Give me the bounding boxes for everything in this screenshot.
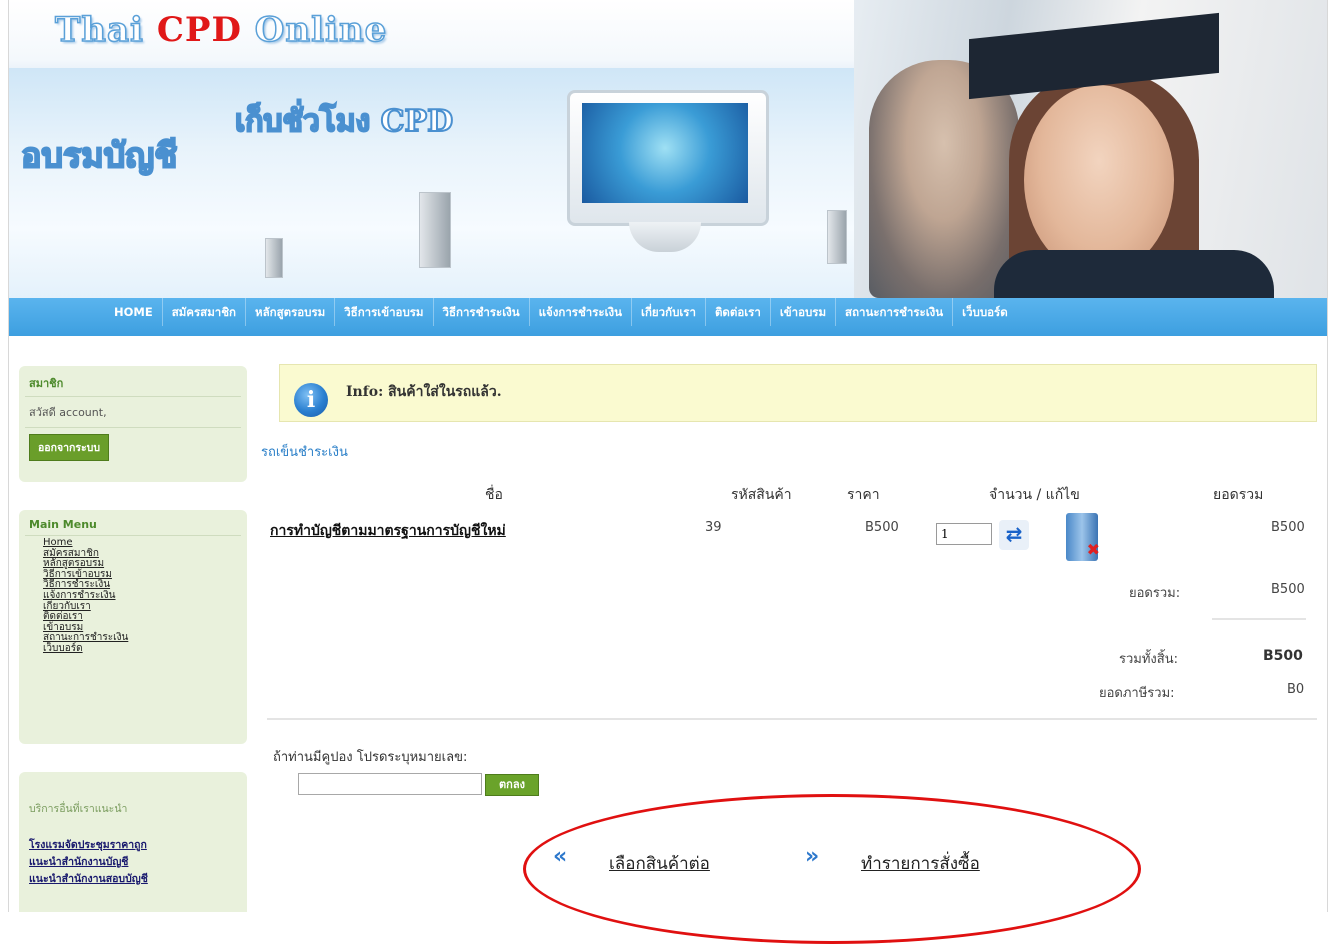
monitor-illustration xyxy=(567,90,769,226)
top-nav: HOME สมัครสมาชิก หลักสูตรอบรม วิธีการเข้… xyxy=(9,298,1327,336)
divider xyxy=(267,718,1317,720)
divider xyxy=(1212,618,1306,620)
nav-home[interactable]: HOME xyxy=(105,298,163,326)
nav-contact[interactable]: ติดต่อเรา xyxy=(706,298,771,326)
banner-text-accounting: อบรมบัญชี xyxy=(20,135,178,177)
member-box: สมาชิก สวัสดี account, ออกจากระบบ xyxy=(19,366,247,482)
services-box: บริการอื่นที่เราแนะนำ โรงแรมจัดประชุมราค… xyxy=(19,772,247,912)
nav-payment-notice[interactable]: แจ้งการชำระเงิน xyxy=(530,298,633,326)
logo-text-online: Online xyxy=(254,9,388,51)
product-price: B500 xyxy=(865,520,899,535)
forward-arrow-icon[interactable]: » xyxy=(805,844,819,869)
coupon-label: ถ้าท่านมีคูปอง โปรดระบุหมายเลข: xyxy=(273,750,468,765)
nav-courses[interactable]: หลักสูตรอบรม xyxy=(246,298,336,326)
grand-total-label: รวมทั้งสิ้น: xyxy=(1119,652,1178,667)
tax-total-value: B0 xyxy=(1287,682,1305,697)
col-header-price: ราคา xyxy=(847,487,880,503)
cart-title: รถเข็นชำระเงิน xyxy=(261,445,348,460)
info-message: Info: สินค้าใส่ในรถแล้ว. xyxy=(346,384,502,400)
services-list: โรงแรมจัดประชุมราคาถูก แนะนำสำนักงานบัญช… xyxy=(19,837,247,888)
subtotal-label: ยอดรวม: xyxy=(1129,586,1181,601)
services-title: บริการอื่นที่เราแนะนำ xyxy=(29,803,128,815)
logout-button[interactable]: ออกจากระบบ xyxy=(29,434,109,461)
menu-item-webboard[interactable]: เว็บบอร์ด xyxy=(43,643,247,655)
nav-how-to-pay[interactable]: วิธีการชำระเงิน xyxy=(434,298,530,326)
row-total: B500 xyxy=(1271,520,1305,535)
col-header-qty-edit: จำนวน / แก้ไข xyxy=(989,487,1080,503)
banner-text-cpd-hours: เก็บชั่วโมง CPD xyxy=(234,103,454,140)
update-quantity-icon[interactable]: ⇄ xyxy=(999,520,1029,550)
coupon-submit-button[interactable]: ตกลง xyxy=(485,774,539,796)
col-header-total: ยอดรวม xyxy=(1213,487,1264,503)
col-header-code: รหัสสินค้า xyxy=(731,487,792,503)
nav-payment-status[interactable]: สถานะการชำระเงิน xyxy=(836,298,954,326)
main-menu-box: Main Menu Home สมัครสมาชิก หลักสูตรอบรม … xyxy=(19,510,247,744)
nav-about[interactable]: เกี่ยวกับเรา xyxy=(632,298,706,326)
checkout-link[interactable]: ทำรายการสั่งซื้อ xyxy=(861,850,980,877)
member-title: สมาชิก xyxy=(29,377,64,390)
server-icon xyxy=(827,210,847,264)
nav-register[interactable]: สมัครสมาชิก xyxy=(163,298,246,326)
main-menu-title: Main Menu xyxy=(29,518,97,531)
server-icon xyxy=(419,192,451,268)
member-greeting: สวัสดี account, xyxy=(29,406,107,419)
graduate-face xyxy=(1024,85,1174,275)
logo-text-thai: Thai xyxy=(54,9,144,51)
site-logo[interactable]: Thai CPD Online xyxy=(54,9,388,51)
nav-webboard[interactable]: เว็บบอร์ด xyxy=(953,298,1017,326)
quantity-input[interactable] xyxy=(936,523,992,545)
nav-how-to-attend[interactable]: วิธีการเข้าอบรม xyxy=(335,298,434,326)
menu-item-payment-notice[interactable]: แจ้งการชำระเงิน xyxy=(43,590,247,602)
subtotal-value: B500 xyxy=(1271,582,1305,597)
page: Thai CPD Online อบรมบัญชี เก็บชั่วโมง CP… xyxy=(8,0,1328,944)
info-icon: i xyxy=(294,383,328,417)
coupon-input[interactable] xyxy=(298,773,482,795)
nav-attend[interactable]: เข้าอบรม xyxy=(771,298,837,326)
product-code: 39 xyxy=(705,520,722,535)
col-header-name: ชื่อ xyxy=(485,487,503,503)
header-banner: Thai CPD Online อบรมบัญชี เก็บชั่วโมง CP… xyxy=(9,0,1327,298)
service-link-accounting-office[interactable]: แนะนำสำนักงานบัญชี xyxy=(19,854,247,871)
product-link[interactable]: การทำบัญชีตามมาตรฐานการบัญชีใหม่ xyxy=(270,520,506,542)
main-menu-list: Home สมัครสมาชิก หลักสูตรอบรม วิธีการเข้… xyxy=(19,536,247,661)
info-message-box: i Info: สินค้าใส่ในรถแล้ว. xyxy=(279,364,1317,422)
continue-shopping-link[interactable]: เลือกสินค้าต่อ xyxy=(609,850,710,877)
back-arrow-icon[interactable]: « xyxy=(553,844,567,869)
delete-item-icon[interactable]: ✖ xyxy=(1066,513,1100,561)
tax-total-label: ยอดภาษีรวม: xyxy=(1099,686,1175,701)
graduate-gown xyxy=(994,250,1274,298)
grand-total-value: B500 xyxy=(1263,648,1303,664)
logo-text-cpd: CPD xyxy=(156,10,242,50)
menu-item-home[interactable]: Home xyxy=(43,537,247,549)
service-link-hotel[interactable]: โรงแรมจัดประชุมราคาถูก xyxy=(19,837,247,854)
server-icon xyxy=(265,238,283,278)
service-link-audit-office[interactable]: แนะนำสำนักงานสอบบัญชี xyxy=(19,871,247,888)
